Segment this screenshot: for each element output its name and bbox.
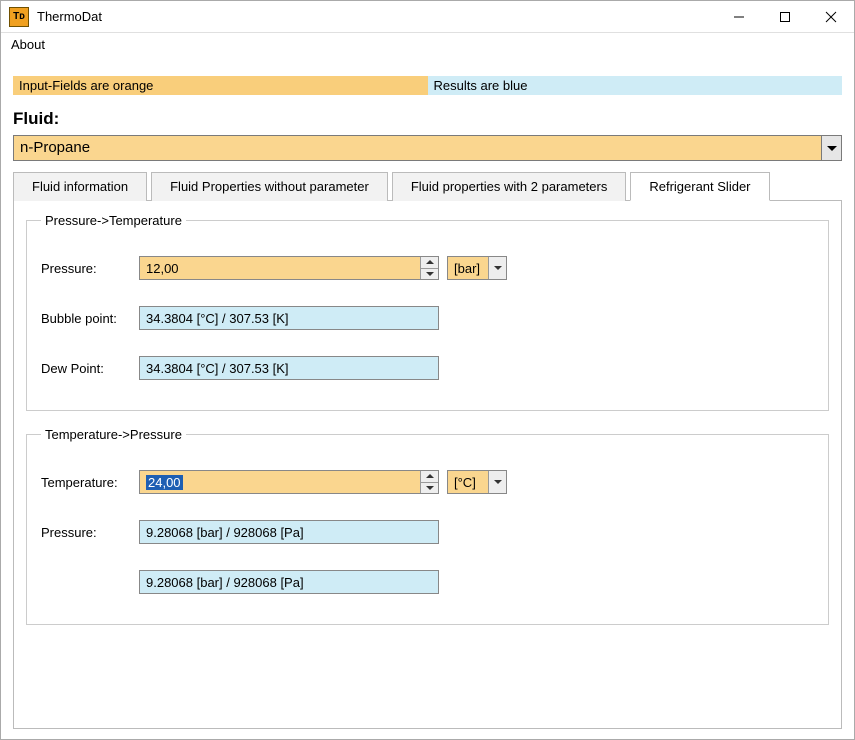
temperature-unit-value: [°C] [448,475,488,490]
chevron-down-icon [827,146,837,151]
group-temperature-pressure: Temperature->Pressure Temperature: 24,00… [26,427,829,625]
tab-panel-refrigerant: Pressure->Temperature Pressure: 12,00 [b… [13,201,842,729]
legend-row: Input-Fields are orange Results are blue [13,76,842,95]
pressure-output-1: 9.28068 [bar] / 928068 [Pa] [139,520,439,544]
menu-about[interactable]: About [11,37,45,52]
pressure-output-2: 9.28068 [bar] / 928068 [Pa] [139,570,439,594]
content-area: Input-Fields are orange Results are blue… [1,58,854,739]
dropdown-button[interactable] [821,136,841,160]
temperature-input[interactable]: 24,00 [139,470,439,494]
legend-input: Input-Fields are orange [13,76,428,95]
tab-fluid-properties-no-param[interactable]: Fluid Properties without parameter [151,172,388,201]
dew-point-output: 34.3804 [°C] / 307.53 [K] [139,356,439,380]
tab-fluid-properties-2-param[interactable]: Fluid properties with 2 parameters [392,172,627,201]
chevron-up-icon [426,260,434,264]
temperature-unit-select[interactable]: [°C] [447,470,507,494]
window-title: ThermoDat [37,9,102,24]
pressure-unit-value: [bar] [448,261,488,276]
tab-refrigerant-slider[interactable]: Refrigerant Slider [630,172,769,201]
unit-dropdown-button[interactable] [488,257,506,279]
minimize-icon [733,11,745,23]
temperature-spinner[interactable] [420,471,438,493]
bubble-point-output: 34.3804 [°C] / 307.53 [K] [139,306,439,330]
group-pressure-temperature: Pressure->Temperature Pressure: 12,00 [b… [26,213,829,411]
spin-up-button[interactable] [421,257,438,268]
pressure-unit-select[interactable]: [bar] [447,256,507,280]
group-legend-pt: Pressure->Temperature [41,213,186,228]
close-icon [825,11,837,23]
close-button[interactable] [808,1,854,33]
group-legend-tp: Temperature->Pressure [41,427,186,442]
tab-strip: Fluid information Fluid Properties witho… [13,171,842,201]
label-dew-point: Dew Point: [41,361,139,376]
pressure-input-value: 12,00 [146,261,179,276]
label-pressure: Pressure: [41,261,139,276]
label-pressure-out: Pressure: [41,525,139,540]
menubar: About [1,33,854,58]
tab-fluid-information[interactable]: Fluid information [13,172,147,201]
app-icon: Tᴅ [9,7,29,27]
maximize-button[interactable] [762,1,808,33]
app-window: Tᴅ ThermoDat About Input-Fields are oran… [0,0,855,740]
fluid-label: Fluid: [13,109,842,129]
spin-up-button[interactable] [421,471,438,482]
fluid-select[interactable]: n-Propane [13,135,842,161]
minimize-button[interactable] [716,1,762,33]
chevron-down-icon [426,486,434,490]
titlebar: Tᴅ ThermoDat [1,1,854,33]
temperature-input-value: 24,00 [146,475,183,490]
spin-down-button[interactable] [421,482,438,494]
label-temperature: Temperature: [41,475,139,490]
pressure-spinner[interactable] [420,257,438,279]
unit-dropdown-button[interactable] [488,471,506,493]
pressure-input[interactable]: 12,00 [139,256,439,280]
chevron-down-icon [494,266,502,270]
chevron-down-icon [494,480,502,484]
label-bubble-point: Bubble point: [41,311,139,326]
spin-down-button[interactable] [421,268,438,280]
legend-output: Results are blue [428,76,843,95]
fluid-select-value: n-Propane [14,136,821,160]
maximize-icon [779,11,791,23]
chevron-up-icon [426,474,434,478]
chevron-down-icon [426,272,434,276]
